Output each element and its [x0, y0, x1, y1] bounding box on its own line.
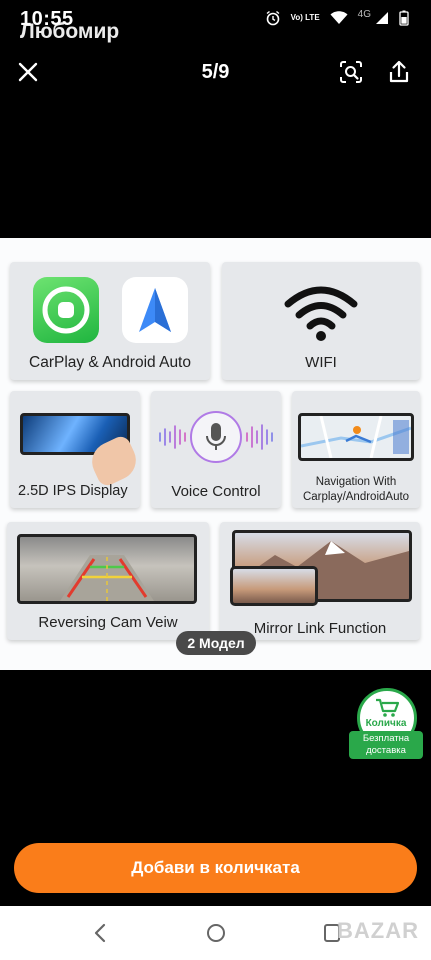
feature-label: Voice Control: [171, 483, 261, 500]
wifi-status-icon: [330, 11, 348, 24]
carplay-logo: [33, 277, 99, 343]
phone-image: [230, 566, 318, 606]
feature-tile-reversing-cam: Reversing Cam Veiw: [7, 522, 209, 640]
status-bar: Любомир 10:55 Vo) LTE 4G: [0, 0, 431, 44]
model-pill[interactable]: 2 Модел: [176, 631, 256, 655]
wifi-icon: [284, 286, 358, 341]
status-icons: Vo) LTE 4G: [265, 8, 409, 26]
network-type: 4G: [357, 8, 371, 20]
feature-label: WIFI: [305, 354, 337, 371]
viewer-top-bar: 5/9: [0, 50, 431, 96]
feature-tile-voice: Voice Control: [151, 391, 281, 508]
navigation-map-image: [298, 413, 414, 461]
feature-label: CarPlay & Android Auto: [29, 354, 191, 371]
home-icon[interactable]: [206, 923, 226, 943]
lens-icon[interactable]: [337, 58, 365, 86]
feature-tile-carplay: CarPlay & Android Auto: [10, 262, 210, 380]
cart-badge[interactable]: Количка Безплатна доставка: [349, 688, 423, 759]
free-delivery-line2: доставка: [366, 745, 406, 756]
reversing-cam-image: [17, 534, 197, 604]
feature-label: 2.5D IPS Display: [18, 483, 128, 499]
add-to-cart-button[interactable]: Добави в количката: [14, 843, 417, 893]
volte-indicator: Vo) LTE: [291, 14, 320, 22]
alarm-icon: [266, 10, 280, 26]
free-delivery-line1: Безплатна: [362, 733, 410, 744]
battery-icon: [399, 10, 409, 26]
feature-tile-wifi: WIFI: [222, 262, 420, 380]
feature-tile-navigation: Navigation With Carplay/AndroidAuto: [292, 391, 420, 508]
feature-label: Reversing Cam Veiw: [38, 614, 178, 631]
feature-label-line1: Navigation With: [315, 476, 397, 488]
cart-label: Количка: [365, 718, 407, 729]
image-counter: 5/9: [201, 61, 230, 83]
microphone-icon: [206, 423, 226, 450]
share-icon[interactable]: [385, 58, 413, 86]
free-delivery-badge: Безплатна доставка: [349, 731, 423, 759]
signal-icon: [376, 12, 388, 24]
feature-label-line2: Carplay/AndroidAuto: [302, 491, 410, 503]
product-image[interactable]: CarPlay & Android Auto WIFI 2.5D IPS Dis…: [0, 238, 431, 670]
feature-tile-mirror-link: Mirror Link Function: [220, 522, 420, 640]
bazar-watermark: BAZAR: [337, 918, 419, 943]
system-nav-bar: BAZAR: [0, 906, 431, 960]
feature-tile-display: 2.5D IPS Display: [10, 391, 143, 508]
status-time: 10:55: [20, 8, 74, 30]
back-icon[interactable]: [90, 922, 110, 944]
cart-icon: [376, 698, 399, 717]
volte-text: Vo) LTE: [290, 13, 320, 22]
android-auto-logo: [122, 277, 188, 343]
